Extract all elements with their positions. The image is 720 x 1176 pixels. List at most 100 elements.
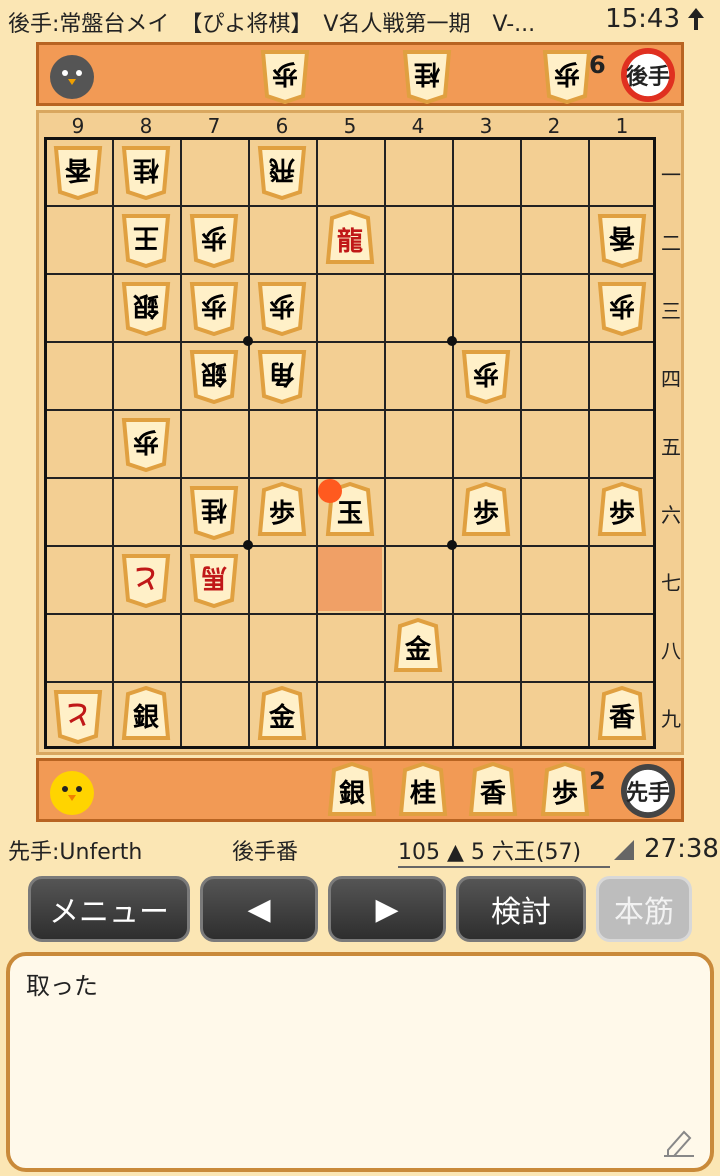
piece-label: 歩 bbox=[132, 425, 159, 456]
sente-hand-piece[interactable]: 歩 bbox=[539, 762, 591, 820]
rank-label: 七 bbox=[661, 571, 681, 595]
sente-avatar-icon bbox=[50, 771, 94, 815]
file-label: 2 bbox=[547, 114, 561, 138]
signal-icon bbox=[614, 840, 634, 860]
board-piece[interactable]: と bbox=[52, 686, 104, 744]
piece-label: 歩 bbox=[200, 221, 227, 252]
board-piece[interactable]: 桂 bbox=[188, 482, 240, 540]
piece-label: 歩 bbox=[268, 498, 295, 529]
status-bar: 後手:常盤台メイ 【ぴよ将棋】 V名人戦第一期 V-... 15:43 bbox=[0, 0, 720, 40]
board-piece[interactable]: 歩 bbox=[460, 482, 512, 540]
piece-label: 馬 bbox=[200, 561, 227, 592]
comment-box[interactable]: 取った bbox=[6, 952, 714, 1172]
piece-label: 香 bbox=[479, 778, 506, 809]
gote-pawn-count: 6 bbox=[589, 51, 606, 79]
next-move-button[interactable]: ▶ bbox=[328, 876, 446, 942]
board-piece[interactable]: 王 bbox=[120, 210, 172, 268]
analyze-button[interactable]: 検討 bbox=[456, 876, 586, 942]
star-point bbox=[447, 540, 457, 550]
piece-label: 香 bbox=[64, 153, 91, 184]
rank-label: 三 bbox=[661, 299, 681, 323]
board-piece[interactable]: 龍 bbox=[324, 210, 376, 268]
board-piece[interactable]: 角 bbox=[256, 346, 308, 404]
board-piece[interactable]: 飛 bbox=[256, 142, 308, 200]
info-bar: 先手:Unferth 後手番 105 ▲ 5 六王(57) 27:38 bbox=[0, 832, 720, 868]
rank-label: 五 bbox=[661, 435, 681, 459]
board-piece[interactable]: 歩 bbox=[120, 414, 172, 472]
prev-move-button[interactable]: ◀ bbox=[200, 876, 318, 942]
gote-hand-piece[interactable]: 歩 bbox=[541, 46, 593, 104]
rank-label: 九 bbox=[661, 707, 681, 731]
piece-label: 歩 bbox=[551, 778, 578, 809]
board-piece[interactable]: 銀 bbox=[188, 346, 240, 404]
gote-badge-label: 後手 bbox=[625, 65, 670, 90]
piece-label: 歩 bbox=[608, 289, 635, 320]
board-piece[interactable]: 金 bbox=[256, 686, 308, 744]
board-piece[interactable]: と bbox=[120, 550, 172, 608]
piece-label: 歩 bbox=[200, 289, 227, 320]
edit-pencil-icon[interactable] bbox=[662, 1124, 696, 1158]
board-piece[interactable]: 香 bbox=[52, 142, 104, 200]
sente-hand-piece[interactable]: 桂 bbox=[397, 762, 449, 820]
file-label: 9 bbox=[71, 114, 85, 138]
sente-pawn-count: 2 bbox=[589, 767, 606, 795]
board-piece[interactable]: 歩 bbox=[256, 278, 308, 336]
sente-turn-badge: 先手 bbox=[621, 764, 675, 818]
piece-label: 桂 bbox=[200, 493, 227, 524]
last-move-marker bbox=[318, 479, 342, 503]
piece-label: 歩 bbox=[553, 57, 580, 88]
board-piece[interactable]: 馬 bbox=[188, 550, 240, 608]
board-piece[interactable]: 歩 bbox=[188, 210, 240, 268]
rank-label: 六 bbox=[661, 503, 681, 527]
sente-hand-piece[interactable]: 銀 bbox=[326, 762, 378, 820]
gote-hand-piece[interactable]: 桂 bbox=[401, 46, 453, 104]
file-label: 3 bbox=[479, 114, 493, 138]
piece-label: 歩 bbox=[472, 357, 499, 388]
piece-label: 金 bbox=[404, 634, 431, 665]
rank-label: 一 bbox=[661, 163, 681, 187]
menu-button[interactable]: メニュー bbox=[28, 876, 190, 942]
file-label: 5 bbox=[343, 114, 357, 138]
piece-label: 歩 bbox=[472, 498, 499, 529]
file-label: 1 bbox=[615, 114, 629, 138]
board-piece[interactable]: 銀 bbox=[120, 686, 172, 744]
sente-player-name: 先手:Unferth bbox=[8, 840, 143, 865]
star-point bbox=[243, 336, 253, 346]
turn-indicator: 後手番 bbox=[232, 840, 299, 865]
piece-label: 玉 bbox=[336, 498, 363, 529]
piece-label: 香 bbox=[608, 702, 635, 733]
file-label: 8 bbox=[139, 114, 153, 138]
gote-hand-piece[interactable]: 歩 bbox=[259, 46, 311, 104]
rank-label: 二 bbox=[661, 231, 681, 255]
star-point bbox=[243, 540, 253, 550]
board-piece[interactable]: 金 bbox=[392, 618, 444, 676]
piece-label: 桂 bbox=[413, 57, 440, 88]
piece-label: 桂 bbox=[409, 778, 436, 809]
piece-label: と bbox=[64, 697, 91, 728]
board-piece[interactable]: 香 bbox=[596, 210, 648, 268]
piece-label: と bbox=[132, 561, 159, 592]
sente-badge-label: 先手 bbox=[625, 781, 670, 806]
gote-hand[interactable]: 歩 桂 歩 6 後手 bbox=[36, 42, 684, 106]
board-piece[interactable]: 歩 bbox=[256, 482, 308, 540]
piece-label: 銀 bbox=[200, 357, 227, 388]
highlight-square bbox=[318, 547, 382, 611]
piece-label: 銀 bbox=[132, 702, 159, 733]
sente-hand[interactable]: 銀 桂 香 歩 2 先手 bbox=[36, 758, 684, 822]
board-piece[interactable]: 歩 bbox=[596, 482, 648, 540]
board-piece[interactable]: 歩 bbox=[460, 346, 512, 404]
move-readout[interactable]: 105 ▲ 5 六王(57) bbox=[398, 834, 610, 868]
board-piece[interactable]: 桂 bbox=[120, 142, 172, 200]
mainline-button[interactable]: 本筋 bbox=[596, 876, 692, 942]
board-piece[interactable]: 銀 bbox=[120, 278, 172, 336]
board-piece[interactable]: 歩 bbox=[596, 278, 648, 336]
board-piece[interactable]: 香 bbox=[596, 686, 648, 744]
piece-label: 金 bbox=[268, 702, 295, 733]
file-label: 6 bbox=[275, 114, 289, 138]
star-point bbox=[447, 336, 457, 346]
board-piece[interactable]: 歩 bbox=[188, 278, 240, 336]
data-arrow-icon bbox=[688, 8, 704, 30]
sente-hand-piece[interactable]: 香 bbox=[467, 762, 519, 820]
piece-label: 飛 bbox=[268, 153, 295, 184]
rank-label: 八 bbox=[661, 639, 681, 663]
